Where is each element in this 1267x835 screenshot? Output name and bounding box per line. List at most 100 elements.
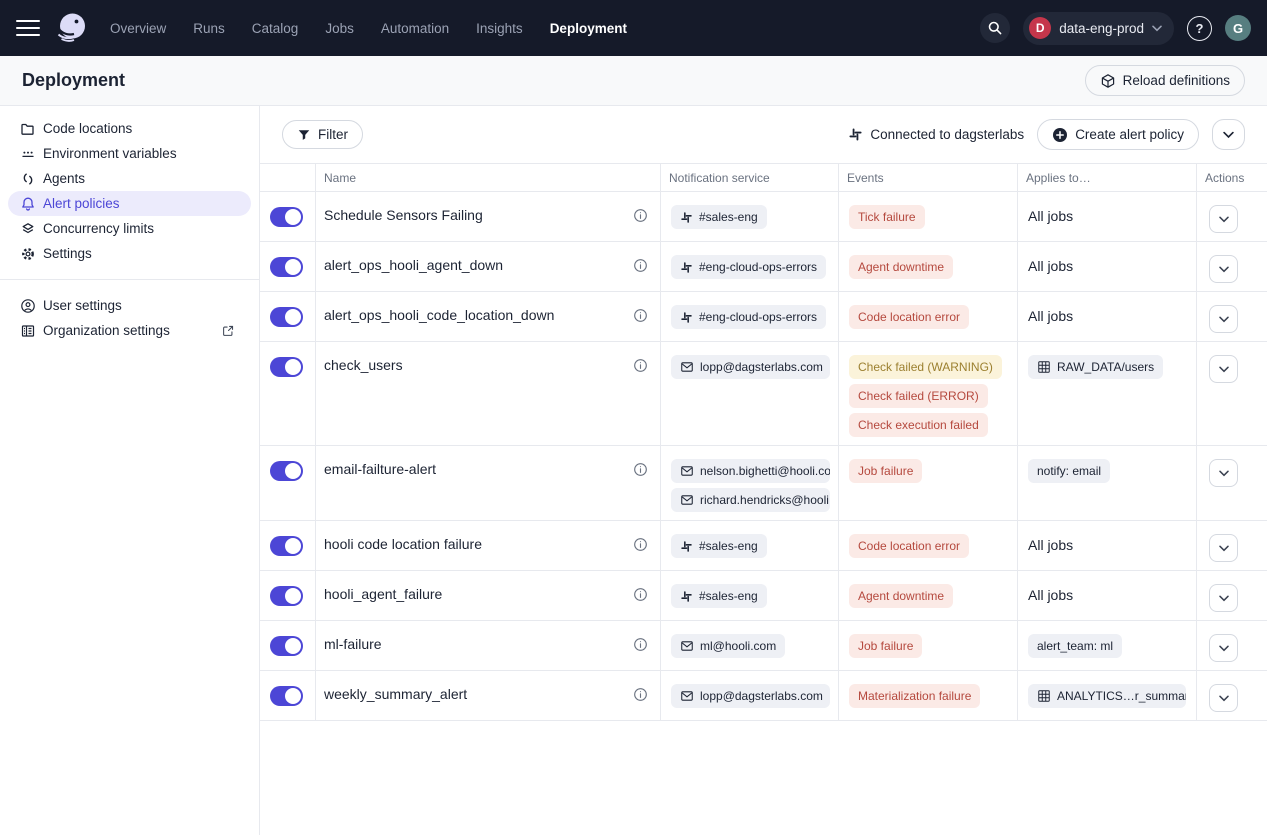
row-actions-button[interactable]	[1209, 459, 1238, 487]
toggle-cell	[260, 621, 315, 670]
policy-enabled-toggle[interactable]	[270, 257, 303, 277]
event-badge: Job failure	[849, 459, 922, 483]
policy-name: alert_ops_hooli_code_location_down	[324, 307, 554, 323]
nav-jobs[interactable]: Jobs	[325, 21, 354, 36]
notification-service-cell: nelson.bighetti@hooli.co…richard.hendric…	[660, 446, 838, 520]
event-badge: Check execution failed	[849, 413, 988, 437]
info-icon[interactable]	[633, 258, 648, 273]
policy-enabled-toggle[interactable]	[270, 357, 303, 377]
email-icon	[680, 464, 694, 478]
deployment-sidebar: Code locations Environment variables Age…	[0, 106, 260, 835]
info-icon[interactable]	[633, 462, 648, 477]
dagster-logo-icon[interactable]	[54, 11, 88, 45]
notification-service-cell: ml@hooli.com	[660, 621, 838, 670]
info-icon[interactable]	[633, 208, 648, 223]
applies-to-cell: RAW_DATA/users	[1017, 342, 1196, 445]
event-badge: Agent downtime	[849, 255, 953, 279]
policy-enabled-toggle[interactable]	[270, 461, 303, 481]
info-icon[interactable]	[633, 687, 648, 702]
sidebar-item-agents[interactable]: Agents	[8, 166, 251, 191]
actions-cell	[1196, 342, 1267, 445]
row-actions-button[interactable]	[1209, 255, 1238, 283]
info-icon[interactable]	[633, 358, 648, 373]
create-alert-policy-button[interactable]: Create alert policy	[1037, 119, 1199, 150]
event-badge: Code location error	[849, 305, 969, 329]
slack-connection-status: Connected to dagsterlabs	[848, 127, 1024, 142]
notification-badge: alert_team: ml	[1028, 634, 1122, 658]
organization-icon	[20, 323, 36, 339]
policy-name: check_users	[324, 357, 403, 373]
name-cell: alert_ops_hooli_agent_down	[315, 242, 660, 291]
toggle-cell	[260, 292, 315, 341]
search-button[interactable]	[980, 13, 1010, 43]
help-button[interactable]: ?	[1187, 16, 1212, 41]
notification-service-cell: #sales-eng	[660, 521, 838, 570]
reload-cube-icon	[1100, 73, 1116, 89]
deployment-name: data-eng-prod	[1059, 21, 1144, 36]
nav-insights[interactable]: Insights	[476, 21, 523, 36]
notification-service-cell: #eng-cloud-ops-errors	[660, 242, 838, 291]
info-icon[interactable]	[633, 637, 648, 652]
slack-icon	[680, 211, 693, 224]
column-notification-service: Notification service	[660, 164, 838, 191]
policy-enabled-toggle[interactable]	[270, 586, 303, 606]
table-row: ml-failure ml@hooli.com Job failure aler…	[260, 621, 1267, 671]
sidebar-item-settings[interactable]: Settings	[8, 241, 251, 266]
filter-label: Filter	[318, 127, 348, 142]
notification-badge: #sales-eng	[671, 205, 767, 229]
policy-enabled-toggle[interactable]	[270, 536, 303, 556]
user-icon	[20, 298, 36, 314]
row-actions-button[interactable]	[1209, 584, 1238, 612]
asset-icon	[1037, 689, 1051, 703]
row-actions-button[interactable]	[1209, 634, 1238, 662]
table-row: alert_ops_hooli_agent_down #eng-cloud-op…	[260, 242, 1267, 292]
toggle-cell	[260, 671, 315, 720]
policy-enabled-toggle[interactable]	[270, 307, 303, 327]
row-actions-button[interactable]	[1209, 305, 1238, 333]
sidebar-item-environment-variables[interactable]: Environment variables	[8, 141, 251, 166]
info-icon[interactable]	[633, 537, 648, 552]
reload-definitions-button[interactable]: Reload definitions	[1085, 65, 1245, 96]
column-toggle	[260, 164, 315, 191]
chevron-down-icon	[1223, 131, 1234, 139]
row-actions-button[interactable]	[1209, 684, 1238, 712]
info-icon[interactable]	[633, 308, 648, 323]
deployment-switcher[interactable]: D data-eng-prod	[1023, 12, 1174, 45]
create-options-dropdown-button[interactable]	[1212, 119, 1245, 150]
applies-to-cell: ANALYTICS…r_summary	[1017, 671, 1196, 720]
applies-to-cell: All jobs	[1017, 571, 1196, 620]
sidebar-item-label: Settings	[43, 246, 92, 261]
column-applies-to: Applies to…	[1017, 164, 1196, 191]
nav-deployment[interactable]: Deployment	[550, 21, 627, 36]
menu-icon[interactable]	[16, 20, 40, 37]
filter-button[interactable]: Filter	[282, 120, 363, 149]
sidebar-item-organization-settings[interactable]: Organization settings	[8, 318, 251, 343]
row-actions-button[interactable]	[1209, 355, 1238, 383]
nav-overview[interactable]: Overview	[110, 21, 166, 36]
events-cell: Code location error	[838, 521, 1017, 570]
sidebar-item-alert-policies[interactable]: Alert policies	[8, 191, 251, 216]
policy-enabled-toggle[interactable]	[270, 686, 303, 706]
slack-icon	[848, 127, 863, 142]
column-name: Name	[315, 164, 660, 191]
policy-enabled-toggle[interactable]	[270, 207, 303, 227]
top-navigation-bar: Overview Runs Catalog Jobs Automation In…	[0, 0, 1267, 56]
nav-runs[interactable]: Runs	[193, 21, 225, 36]
sidebar-item-concurrency-limits[interactable]: Concurrency limits	[8, 216, 251, 241]
sidebar-item-user-settings[interactable]: User settings	[8, 293, 251, 318]
row-actions-button[interactable]	[1209, 205, 1238, 233]
row-actions-button[interactable]	[1209, 534, 1238, 562]
nav-automation[interactable]: Automation	[381, 21, 449, 36]
policy-enabled-toggle[interactable]	[270, 636, 303, 656]
notification-service-cell: lopp@dagsterlabs.com	[660, 342, 838, 445]
nav-catalog[interactable]: Catalog	[252, 21, 299, 36]
sidebar-item-code-locations[interactable]: Code locations	[8, 116, 251, 141]
external-link-icon[interactable]	[221, 324, 235, 338]
actions-cell	[1196, 571, 1267, 620]
event-badge: Job failure	[849, 634, 922, 658]
notification-badge: richard.hendricks@hooli…	[671, 488, 830, 512]
user-avatar[interactable]: G	[1225, 15, 1251, 41]
agents-icon	[20, 171, 36, 187]
info-icon[interactable]	[633, 587, 648, 602]
alert-policies-toolbar: Filter Connected to dagsterlabs Create a…	[260, 106, 1267, 163]
